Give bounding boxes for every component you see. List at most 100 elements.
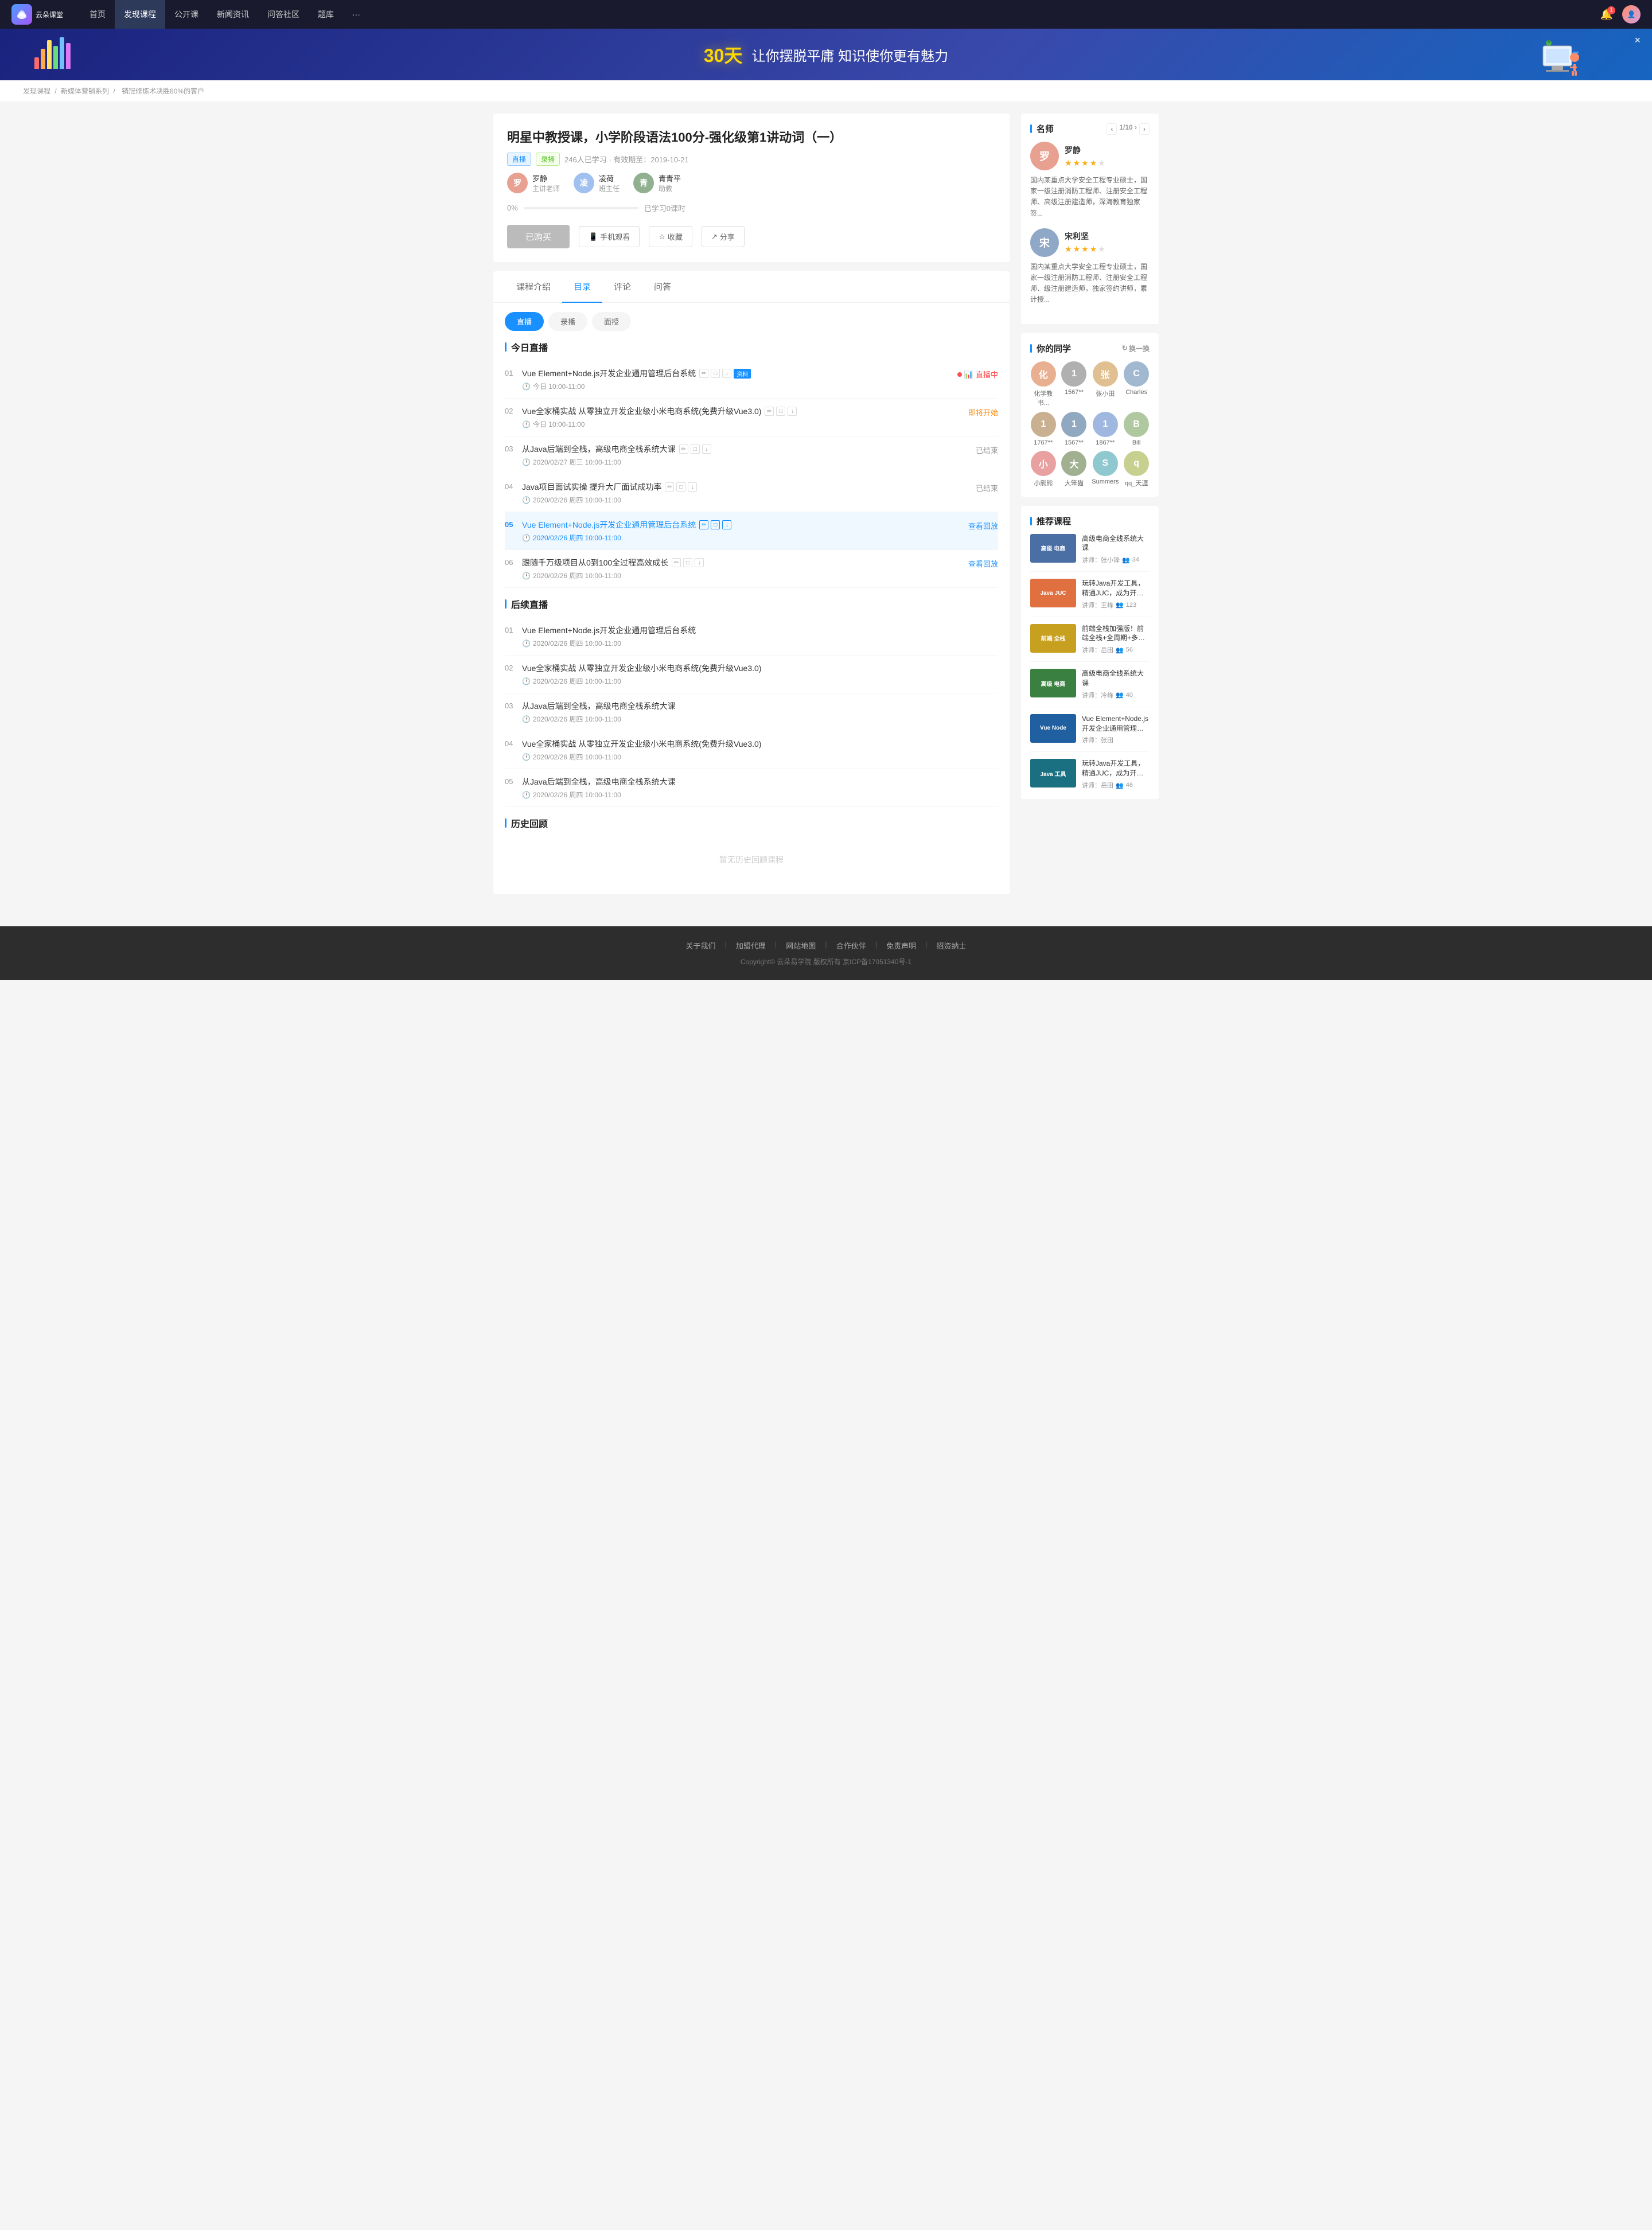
teacher-card-details-0: 罗静 ★ ★ ★ ★ ★ — [1065, 145, 1105, 168]
share-button[interactable]: ↗ 分享 — [702, 226, 745, 247]
lesson-title-02: Vue全家桶实战 从零独立开发企业级小米电商系统(免费升级Vue3.0) ✏ □… — [522, 406, 959, 417]
lesson-status-05[interactable]: 查看回放 — [968, 519, 998, 531]
download-icon-02[interactable]: ↓ — [788, 407, 797, 416]
rec-course-5[interactable]: Java 工具 玩转Java开发工具，精通JUC，成为开发多面手 讲师：岳田 👥… — [1030, 759, 1150, 790]
rec-info-4: Vue Element+Node.js开发企业通用管理后台系统 讲师：张田 — [1082, 714, 1150, 745]
subtab-live[interactable]: 直播 — [505, 312, 544, 331]
bookmark-icon-04[interactable]: □ — [676, 482, 685, 492]
bookmark-icon-01[interactable]: □ — [711, 369, 720, 378]
lesson-title-text-05[interactable]: Vue Element+Node.js开发企业通用管理后台系统 — [522, 519, 696, 531]
subtab-offline[interactable]: 面授 — [592, 312, 631, 331]
nav-open[interactable]: 公开课 — [165, 0, 208, 29]
today-live-section: 今日直播 01 Vue Element+Node.js开发企业通用管理后台系统 … — [493, 331, 1010, 894]
nav-home[interactable]: 首页 — [80, 0, 115, 29]
footer-partner[interactable]: 合作伙伴 — [836, 940, 866, 951]
nav-news[interactable]: 新闻资讯 — [208, 0, 258, 29]
clock-icon-06: 🕐 — [522, 572, 531, 580]
teachers-next-btn[interactable]: › — [1139, 123, 1150, 135]
edit-icon-05[interactable]: ✏ — [699, 520, 708, 529]
bookmark-icon-03[interactable]: □ — [691, 445, 700, 454]
rec-course-2[interactable]: 前端 全栈 前端全栈加强版！前端全栈+全周期+多维应用 讲师：岳田 👥 56 — [1030, 624, 1150, 662]
tab-review[interactable]: 评论 — [602, 271, 642, 303]
clock-icon-03: 🕐 — [522, 458, 531, 466]
nav-problems[interactable]: 题库 — [309, 0, 343, 29]
download-icon-06[interactable]: ↓ — [695, 558, 704, 567]
teachers-prev-btn[interactable]: ‹ — [1106, 123, 1117, 135]
footer-sitemap[interactable]: 网站地图 — [786, 940, 816, 951]
refresh-icon: ↻ — [1122, 344, 1128, 352]
lesson-info-01: Vue Element+Node.js开发企业通用管理后台系统 ✏ □ ↓ 资料… — [522, 368, 948, 391]
main-container: 明星中教授课，小学阶段语法100分-强化级第1讲动词（一） 直播 录播 246人… — [482, 102, 1170, 915]
edit-icon-04[interactable]: ✏ — [665, 482, 674, 492]
lesson-status-06[interactable]: 查看回放 — [968, 557, 998, 569]
breadcrumb-sep1: / — [54, 87, 59, 95]
lesson-icons-06: ✏ □ ↓ — [672, 558, 704, 567]
banner-highlight: 30天 — [704, 41, 743, 68]
breadcrumb-link-discover[interactable]: 发现课程 — [23, 87, 50, 95]
rec-course-3[interactable]: 高级 电商 高级电商全线系统大课 讲师：冷峰 👥 40 — [1030, 669, 1150, 707]
collect-button[interactable]: ☆ 收藏 — [649, 226, 692, 247]
tab-catalog[interactable]: 目录 — [562, 271, 602, 303]
download-icon-05[interactable]: ↓ — [722, 520, 731, 529]
upcoming-item-01: 01 Vue Element+Node.js开发企业通用管理后台系统 🕐 202… — [505, 618, 998, 656]
mobile-icon: 📱 — [589, 232, 598, 241]
rec-info-2: 前端全栈加强版！前端全栈+全周期+多维应用 讲师：岳田 👥 56 — [1082, 624, 1150, 655]
tab-qa[interactable]: 问答 — [642, 271, 683, 303]
nav-discover[interactable]: 发现课程 — [115, 0, 165, 29]
edit-icon-01[interactable]: ✏ — [699, 369, 708, 378]
tab-intro[interactable]: 课程介绍 — [505, 271, 562, 303]
nav-more[interactable]: ··· — [343, 0, 369, 29]
rec-meta-0: 讲师：张小锋 👥 34 — [1082, 555, 1150, 564]
subtab-replay[interactable]: 录播 — [548, 312, 587, 331]
refresh-label: 换一换 — [1129, 344, 1150, 353]
upcoming-live-title-text: 后续直播 — [511, 597, 548, 611]
tag-replay: 录播 — [536, 153, 560, 166]
teacher-card-details-1: 宋利坚 ★ ★ ★ ★ ★ — [1065, 231, 1105, 254]
lesson-time-01: 🕐 今日 10:00-11:00 — [522, 381, 948, 391]
lesson-status-04: 已结束 — [976, 481, 998, 493]
rec-info-3: 高级电商全线系统大课 讲师：冷峰 👥 40 — [1082, 669, 1150, 700]
refresh-button[interactable]: ↻ 换一换 — [1122, 344, 1150, 353]
collect-label: 收藏 — [668, 231, 683, 242]
breadcrumb-link-series[interactable]: 新媒体营销系列 — [61, 87, 109, 95]
rec-course-0[interactable]: 高级 电商 高级电商全线系统大课 讲师：张小锋 👥 34 — [1030, 534, 1150, 572]
rec-course-title-5: 玩转Java开发工具，精通JUC，成为开发多面手 — [1082, 759, 1150, 778]
footer-about[interactable]: 关于我们 — [685, 940, 715, 951]
download-icon-03[interactable]: ↓ — [702, 445, 711, 454]
download-icon-04[interactable]: ↓ — [688, 482, 697, 492]
rec-course-title-0: 高级电商全线系统大课 — [1082, 534, 1150, 553]
lesson-title-06: 跟随千万级项目从0到100全过程高效成长 ✏ □ ↓ — [522, 557, 959, 568]
footer-disclaimer[interactable]: 免责声明 — [886, 940, 916, 951]
user-avatar[interactable]: 👤 — [1622, 5, 1641, 24]
course-info: 246人已学习 · 有效期至：2019-10-21 — [564, 154, 689, 165]
bookmark-icon-06[interactable]: □ — [683, 558, 692, 567]
lesson-icons-03: ✏ □ ↓ — [679, 445, 711, 454]
banner-close-button[interactable]: × — [1634, 34, 1641, 46]
mobile-watch-button[interactable]: 📱 手机观看 — [579, 226, 640, 247]
lesson-title-text-04: Java项目面试实操 提升大厂面试成功率 — [522, 481, 661, 493]
resource-label-01[interactable]: 资料 — [734, 369, 751, 379]
buy-button[interactable]: 已购买 — [507, 225, 570, 248]
bookmark-icon-02[interactable]: □ — [776, 407, 785, 416]
classmate-avatar-4: 1 — [1031, 412, 1056, 437]
rec-thumb-0: 高级 电商 — [1030, 534, 1076, 563]
edit-icon-02[interactable]: ✏ — [765, 407, 774, 416]
teachers-card: 名师 ‹ 1/10 › › 罗 罗静 ★ ★ ★ — [1021, 114, 1159, 324]
teacher-stars-0: ★ ★ ★ ★ ★ — [1065, 158, 1105, 168]
rec-course-1[interactable]: Java JUC 玩转Java开发工具，精通JUC，成为开发多面手 讲师：王峰 … — [1030, 579, 1150, 617]
footer-recruit[interactable]: 招资纳士 — [937, 940, 967, 951]
classmate-avatar-5: 1 — [1061, 412, 1086, 437]
edit-icon-03[interactable]: ✏ — [679, 445, 688, 454]
logo[interactable]: 云朵课堂 — [11, 4, 63, 25]
rec-course-4[interactable]: Vue Node Vue Element+Node.js开发企业通用管理后台系统… — [1030, 714, 1150, 753]
live-label-01: 📊 — [964, 370, 973, 379]
upcoming-info-05: 从Java后端到全栈，高级电商全栈系统大课 🕐 2020/02/26 周四 10… — [522, 776, 998, 800]
course-tags: 直播 录播 246人已学习 · 有效期至：2019-10-21 — [507, 153, 996, 166]
download-icon-01[interactable]: ↓ — [722, 369, 731, 378]
edit-icon-06[interactable]: ✏ — [672, 558, 681, 567]
teacher-avatar-1: 凌 — [574, 173, 594, 193]
footer-agency[interactable]: 加盟代理 — [736, 940, 766, 951]
notification-bell[interactable]: 🔔 1 — [1600, 9, 1613, 21]
bookmark-icon-05[interactable]: □ — [711, 520, 720, 529]
nav-qa[interactable]: 问答社区 — [258, 0, 309, 29]
